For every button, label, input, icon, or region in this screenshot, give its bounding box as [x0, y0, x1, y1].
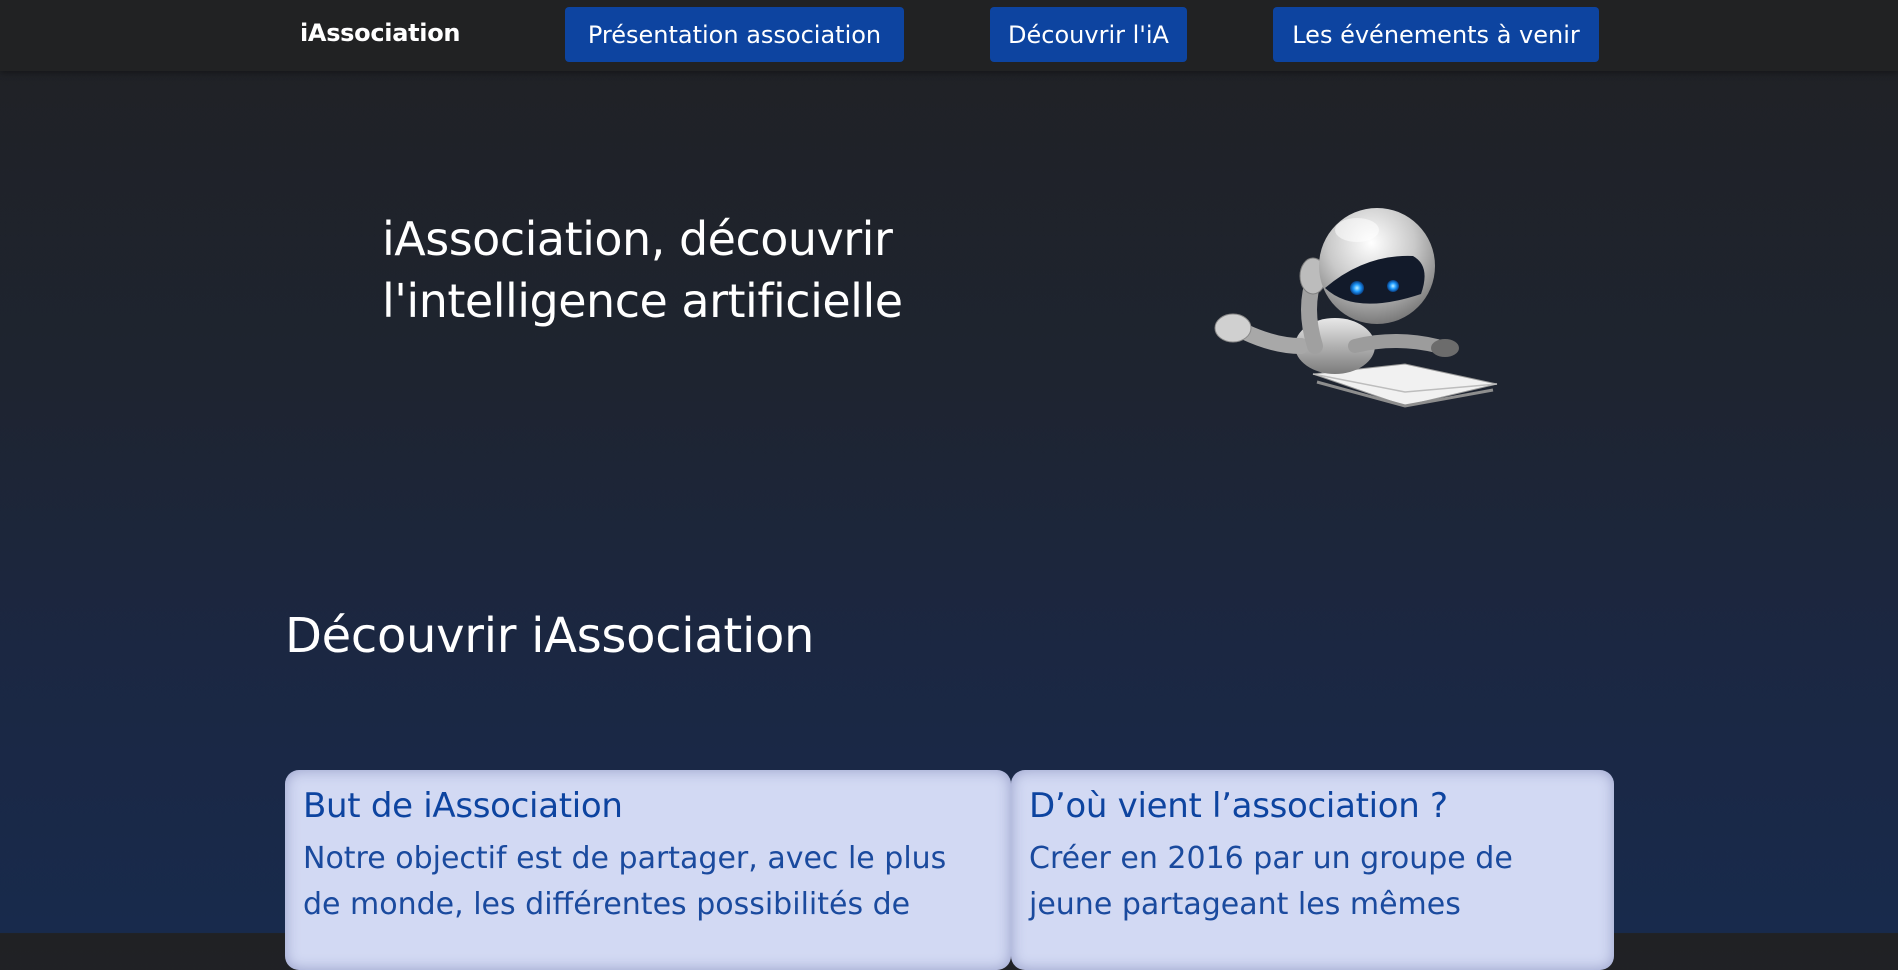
card-origin-title: D’où vient l’association ? — [1029, 786, 1448, 826]
card-goal: But de iAssociation Notre objectif est d… — [285, 770, 1011, 970]
navbar: iAssociation Présentation association Dé… — [0, 0, 1898, 71]
card-goal-title: But de iAssociation — [303, 786, 623, 826]
nav-events-button[interactable]: Les événements à venir — [1273, 7, 1599, 62]
hero-title: iAssociation, découvrir l'intelligence a… — [382, 208, 1102, 332]
nav-presentation-button[interactable]: Présentation association — [565, 7, 904, 62]
card-goal-text: Notre objectif est de partager, avec le … — [303, 841, 947, 922]
section-title: Découvrir iAssociation — [285, 608, 815, 664]
hero-title-line2: l'intelligence artificielle — [382, 274, 903, 328]
nav-discover-ia-button[interactable]: Découvrir l'iA — [990, 7, 1187, 62]
card-origin-text: Créer en 2016 par un groupe de jeune par… — [1029, 841, 1513, 922]
brand-link[interactable]: iAssociation — [300, 19, 460, 47]
card-origin: D’où vient l’association ? Créer en 2016… — [1011, 770, 1614, 970]
robot-reading-book-image — [1214, 208, 1498, 408]
hero-title-line1: iAssociation, découvrir — [382, 212, 893, 266]
